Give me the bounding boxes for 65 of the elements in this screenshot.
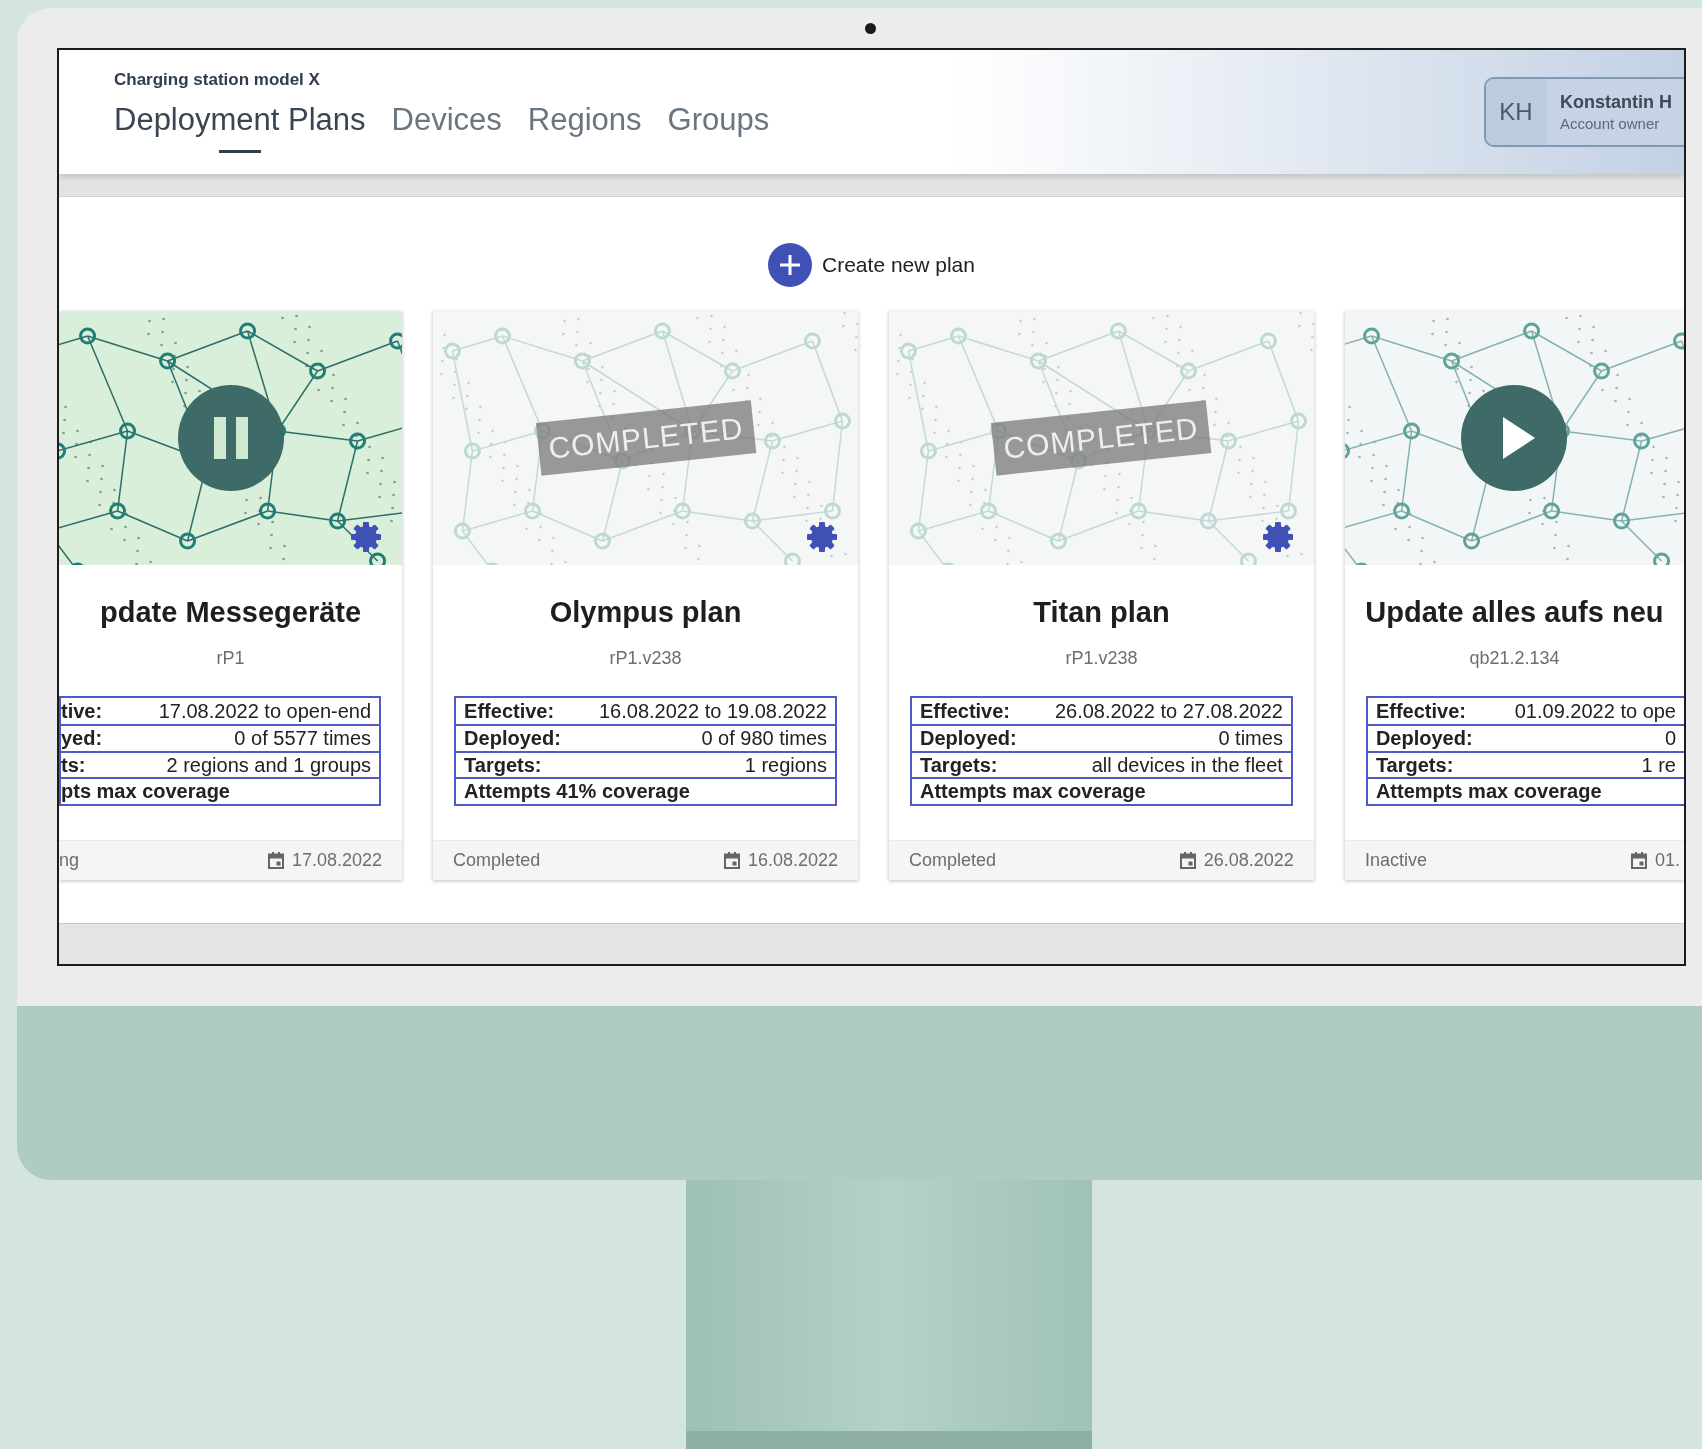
plan-version: rP1.v238 [1064, 646, 1139, 670]
camera-dot [865, 22, 876, 34]
user-name: Konstantin H [1560, 93, 1673, 113]
plan-version: qb21.2.134 [1468, 646, 1561, 670]
user-chip[interactable]: KH Konstantin H Account owner [1484, 77, 1684, 147]
info-value: 0 [1664, 726, 1676, 752]
info-label: tive: [61, 698, 103, 724]
plan-title: pdate Messegeräte [99, 595, 363, 630]
info-label: Attempts 41% coverage [464, 779, 690, 805]
device-subtitle: Charging station model X [114, 69, 321, 91]
info-label: pts max coverage [61, 779, 230, 805]
user-initials-avatar: KH [1486, 79, 1546, 145]
info-label: yed: [61, 726, 103, 752]
plan-status: ng [59, 849, 80, 872]
user-role: Account owner [1560, 113, 1661, 134]
info-label: Attempts max coverage [1375, 779, 1602, 805]
info-value: 2 regions and 1 groups [166, 752, 372, 778]
info-value: 26.08.2022 to 27.08.2022 [1054, 698, 1283, 724]
info-label: Targets: [1375, 752, 1454, 778]
nav-tab[interactable]: Devices [391, 96, 502, 153]
info-value: 01.09.2022 to ope [1514, 698, 1676, 724]
plan-status: Completed [453, 849, 541, 872]
info-label: Targets: [464, 752, 542, 778]
plan-status: Completed [909, 849, 997, 872]
info-label: ts: [61, 752, 86, 778]
info-value: 0 of 980 times [701, 726, 827, 752]
nav-tab[interactable]: Groups [667, 96, 770, 153]
plan-date: 26.08.2022 [1203, 849, 1294, 872]
plan-title: Update alles aufs neu [1364, 595, 1665, 630]
info-value: 1 regions [744, 752, 827, 778]
plus-icon [768, 243, 813, 287]
settings-icon[interactable] [350, 521, 383, 553]
calendar-icon [268, 852, 284, 869]
info-value: 16.08.2022 to 19.08.2022 [599, 698, 827, 724]
plan-status: Inactive [1364, 849, 1427, 872]
info-value: all devices in the fleet [1091, 752, 1283, 778]
pause-button[interactable] [177, 385, 284, 491]
info-label: Effective: [920, 698, 1011, 724]
calendar-icon [723, 852, 740, 869]
info-label: Deployed: [920, 726, 1017, 752]
info-label: Deployed: [1375, 726, 1473, 752]
play-button[interactable] [1461, 385, 1568, 491]
nav-tab[interactable]: Regions [527, 96, 642, 153]
info-label: Targets: [920, 752, 998, 778]
info-value: 0 times [1218, 726, 1283, 752]
plan-title: Titan plan [1032, 595, 1171, 630]
info-value: 0 of 5577 times [234, 726, 372, 752]
calendar-icon [1179, 852, 1196, 869]
plan-title: Olympus plan [548, 595, 743, 630]
calendar-icon [1630, 852, 1647, 869]
create-plan-button[interactable]: Create new plan [768, 243, 975, 287]
plan-date: 01. [1654, 849, 1680, 872]
plan-version: rP1 [215, 646, 246, 670]
info-label: Effective: [1375, 698, 1466, 724]
plan-date: 16.08.2022 [747, 849, 838, 872]
info-label: Deployed: [464, 726, 561, 752]
info-value: 1 re [1641, 752, 1676, 778]
info-value: 17.08.2022 to open-end [158, 698, 372, 724]
nav-tab[interactable]: Deployment Plans [114, 96, 366, 153]
settings-icon[interactable] [806, 521, 838, 553]
info-label: Attempts max coverage [920, 779, 1146, 805]
info-label: Effective: [464, 698, 555, 724]
settings-icon[interactable] [1261, 521, 1294, 553]
plan-date: 17.08.2022 [292, 849, 383, 872]
plan-version: rP1.v238 [608, 646, 683, 670]
